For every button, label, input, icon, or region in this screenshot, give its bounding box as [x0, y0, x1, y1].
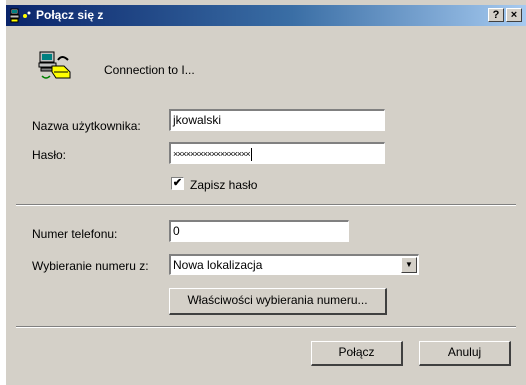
- window-title: Połącz się z: [36, 8, 104, 22]
- title-bar[interactable]: Połącz się z ? ×: [6, 5, 526, 26]
- dial-from-label: Wybieranie numeru z:: [32, 259, 149, 273]
- username-label: Nazwa użytkownika:: [32, 119, 141, 133]
- username-input[interactable]: jkowalski: [169, 109, 385, 131]
- dial-from-value: Nowa lokalizacja: [173, 258, 263, 272]
- dial-from-select[interactable]: Nowa lokalizacja ▼: [169, 254, 419, 275]
- phone-number-input[interactable]: 0: [169, 220, 349, 242]
- phone-label: Numer telefonu:: [32, 227, 118, 241]
- help-button[interactable]: ?: [488, 8, 504, 22]
- cancel-button[interactable]: Anuluj: [419, 341, 511, 366]
- separator-bottom: [16, 326, 516, 328]
- password-input[interactable]: ××××××××××××××××××: [169, 142, 385, 164]
- password-label: Hasło:: [32, 148, 67, 162]
- separator-top: [16, 204, 516, 206]
- save-password-label[interactable]: Zapisz hasło: [190, 178, 257, 192]
- save-password-checkbox[interactable]: ✔: [171, 177, 184, 190]
- connect-button[interactable]: Połącz: [311, 341, 403, 366]
- chevron-down-icon[interactable]: ▼: [401, 257, 417, 273]
- connection-name: Connection to I...: [104, 63, 195, 77]
- network-connection-icon: [9, 8, 32, 23]
- dialog-window: Połącz się z ? × Connection to I... Nazw…: [6, 0, 526, 385]
- close-button[interactable]: ×: [506, 8, 522, 22]
- dialup-computer-icon: [38, 50, 72, 84]
- dialing-properties-button[interactable]: Właściwości wybierania numeru...: [169, 288, 387, 315]
